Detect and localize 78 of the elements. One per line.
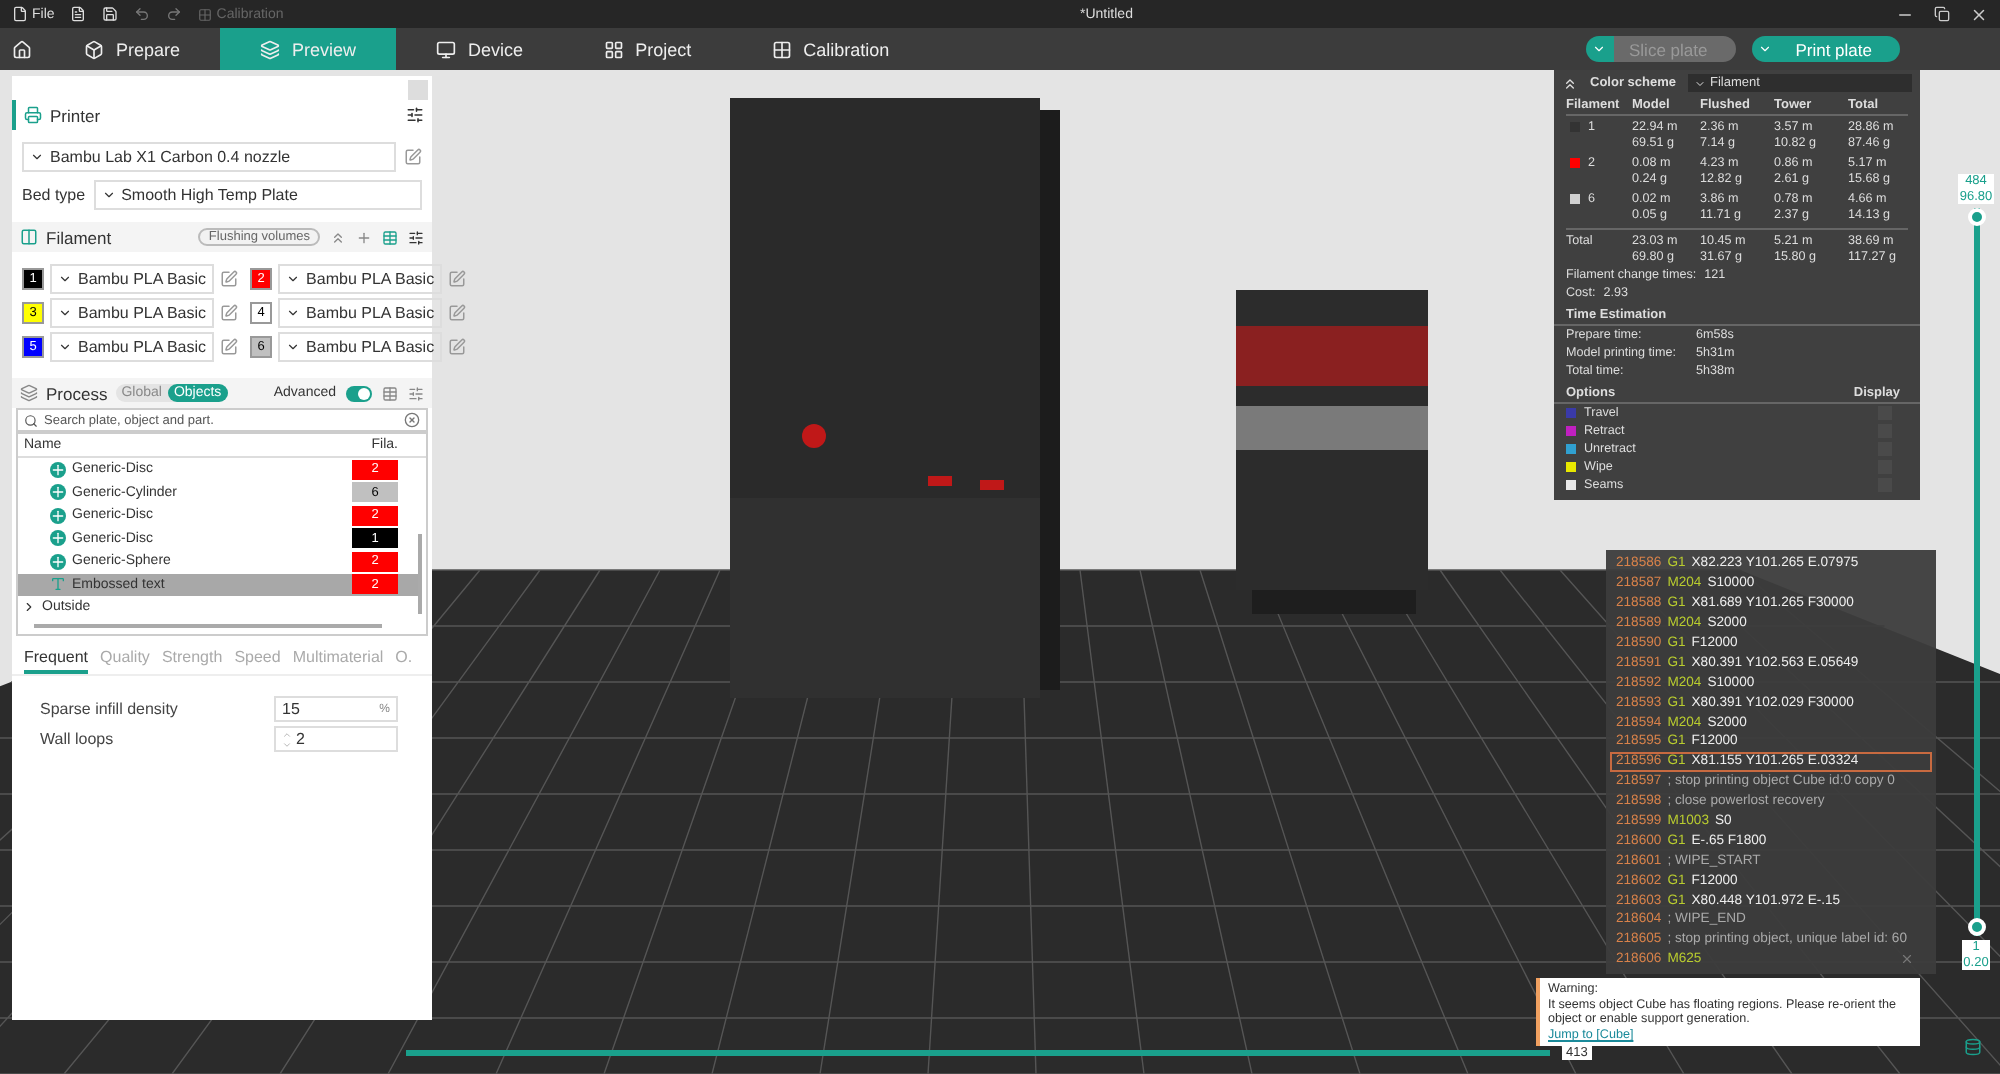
bed-type-select[interactable]: Smooth High Temp Plate	[93, 180, 422, 210]
display-checkbox[interactable]	[1878, 406, 1892, 420]
caret-icon	[101, 188, 116, 202]
edit-icon[interactable]	[448, 304, 467, 322]
part-icon	[50, 530, 66, 547]
preset-select[interactable]: Bambu PLA Basic	[50, 332, 215, 362]
undo-icon[interactable]	[134, 6, 151, 22]
caret-icon	[286, 340, 301, 354]
caret-icon	[1694, 77, 1706, 89]
scroll-thumb[interactable]	[408, 80, 428, 100]
collapse-icon[interactable]	[1562, 75, 1578, 91]
caret-icon	[1592, 42, 1606, 56]
edit-icon[interactable]	[448, 270, 467, 288]
file-icon	[12, 6, 28, 22]
part-icon	[50, 507, 66, 524]
layers-icon	[260, 39, 281, 59]
restore-icon[interactable]	[1934, 5, 1950, 21]
text-icon	[50, 576, 66, 593]
setting-field[interactable]: 2	[274, 726, 398, 752]
settings-icon[interactable]	[406, 106, 424, 124]
redo-icon[interactable]	[166, 6, 183, 22]
edit-icon[interactable]	[448, 338, 467, 356]
preset-select[interactable]: Bambu PLA Basic	[278, 264, 443, 294]
part-icon	[50, 553, 66, 570]
setting-label: Sparse infill density	[40, 700, 180, 718]
layer-slider[interactable]	[1967, 208, 1985, 936]
part-icon	[50, 461, 66, 478]
add-icon[interactable]	[356, 229, 372, 245]
caret-icon	[286, 272, 301, 286]
layers-icon[interactable]	[1964, 1038, 1982, 1056]
save-icon[interactable]	[102, 6, 119, 22]
move-slider[interactable]	[406, 1050, 1550, 1056]
caret-icon	[286, 306, 301, 320]
tab[interactable]: Device	[396, 28, 564, 70]
scroll-thumb[interactable]	[418, 534, 422, 614]
advanced-switch[interactable]	[346, 385, 372, 401]
printer-select[interactable]: Bambu Lab X1 Carbon 0.4 nozzle	[22, 142, 396, 172]
tab[interactable]: Calibration	[731, 28, 930, 70]
caret-icon	[30, 150, 44, 164]
grid-icon	[198, 7, 213, 21]
preset-select[interactable]: Bambu PLA Basic	[50, 264, 215, 294]
section-title: Filament	[46, 227, 112, 247]
edit-icon[interactable]	[220, 304, 239, 322]
caret-icon	[1758, 42, 1773, 56]
tab[interactable]: Prepare	[44, 28, 221, 70]
section-title: Printer	[50, 105, 101, 125]
caret-icon	[58, 306, 72, 320]
preset-select[interactable]: Bambu PLA Basic	[50, 298, 215, 328]
field-label: Bed type	[22, 186, 86, 204]
caret-icon	[58, 340, 72, 354]
scroll-thumb[interactable]	[34, 624, 382, 628]
table-icon[interactable]	[382, 229, 398, 245]
cube-icon	[84, 39, 104, 59]
filament-icon	[20, 228, 38, 246]
grid-icon	[603, 39, 624, 59]
monitor-icon	[436, 39, 457, 59]
section-title: Process	[46, 383, 108, 403]
table-icon[interactable]	[382, 385, 398, 401]
clear-icon[interactable]	[404, 412, 420, 428]
settings-icon[interactable]	[408, 229, 424, 245]
layers-icon	[20, 384, 38, 402]
grid-icon	[771, 39, 792, 59]
edit-icon[interactable]	[220, 270, 239, 288]
preset-select[interactable]: Bambu PLA Basic	[278, 332, 443, 362]
chevron-icon[interactable]	[22, 600, 36, 615]
setting-label: Wall loops	[40, 730, 116, 748]
spinner-icon[interactable]	[282, 729, 292, 749]
caret-icon	[58, 272, 72, 286]
edit-icon[interactable]	[404, 148, 422, 166]
part-icon	[50, 484, 66, 501]
close-icon[interactable]	[1970, 5, 1988, 23]
printer-icon	[24, 106, 42, 124]
document-icon[interactable]	[70, 6, 87, 22]
edit-icon[interactable]	[220, 338, 239, 356]
preset-select[interactable]: Bambu PLA Basic	[278, 298, 443, 328]
settings-tab[interactable]: Frequent	[24, 648, 89, 674]
search-icon	[24, 413, 38, 427]
tab[interactable]: Project	[563, 28, 732, 70]
